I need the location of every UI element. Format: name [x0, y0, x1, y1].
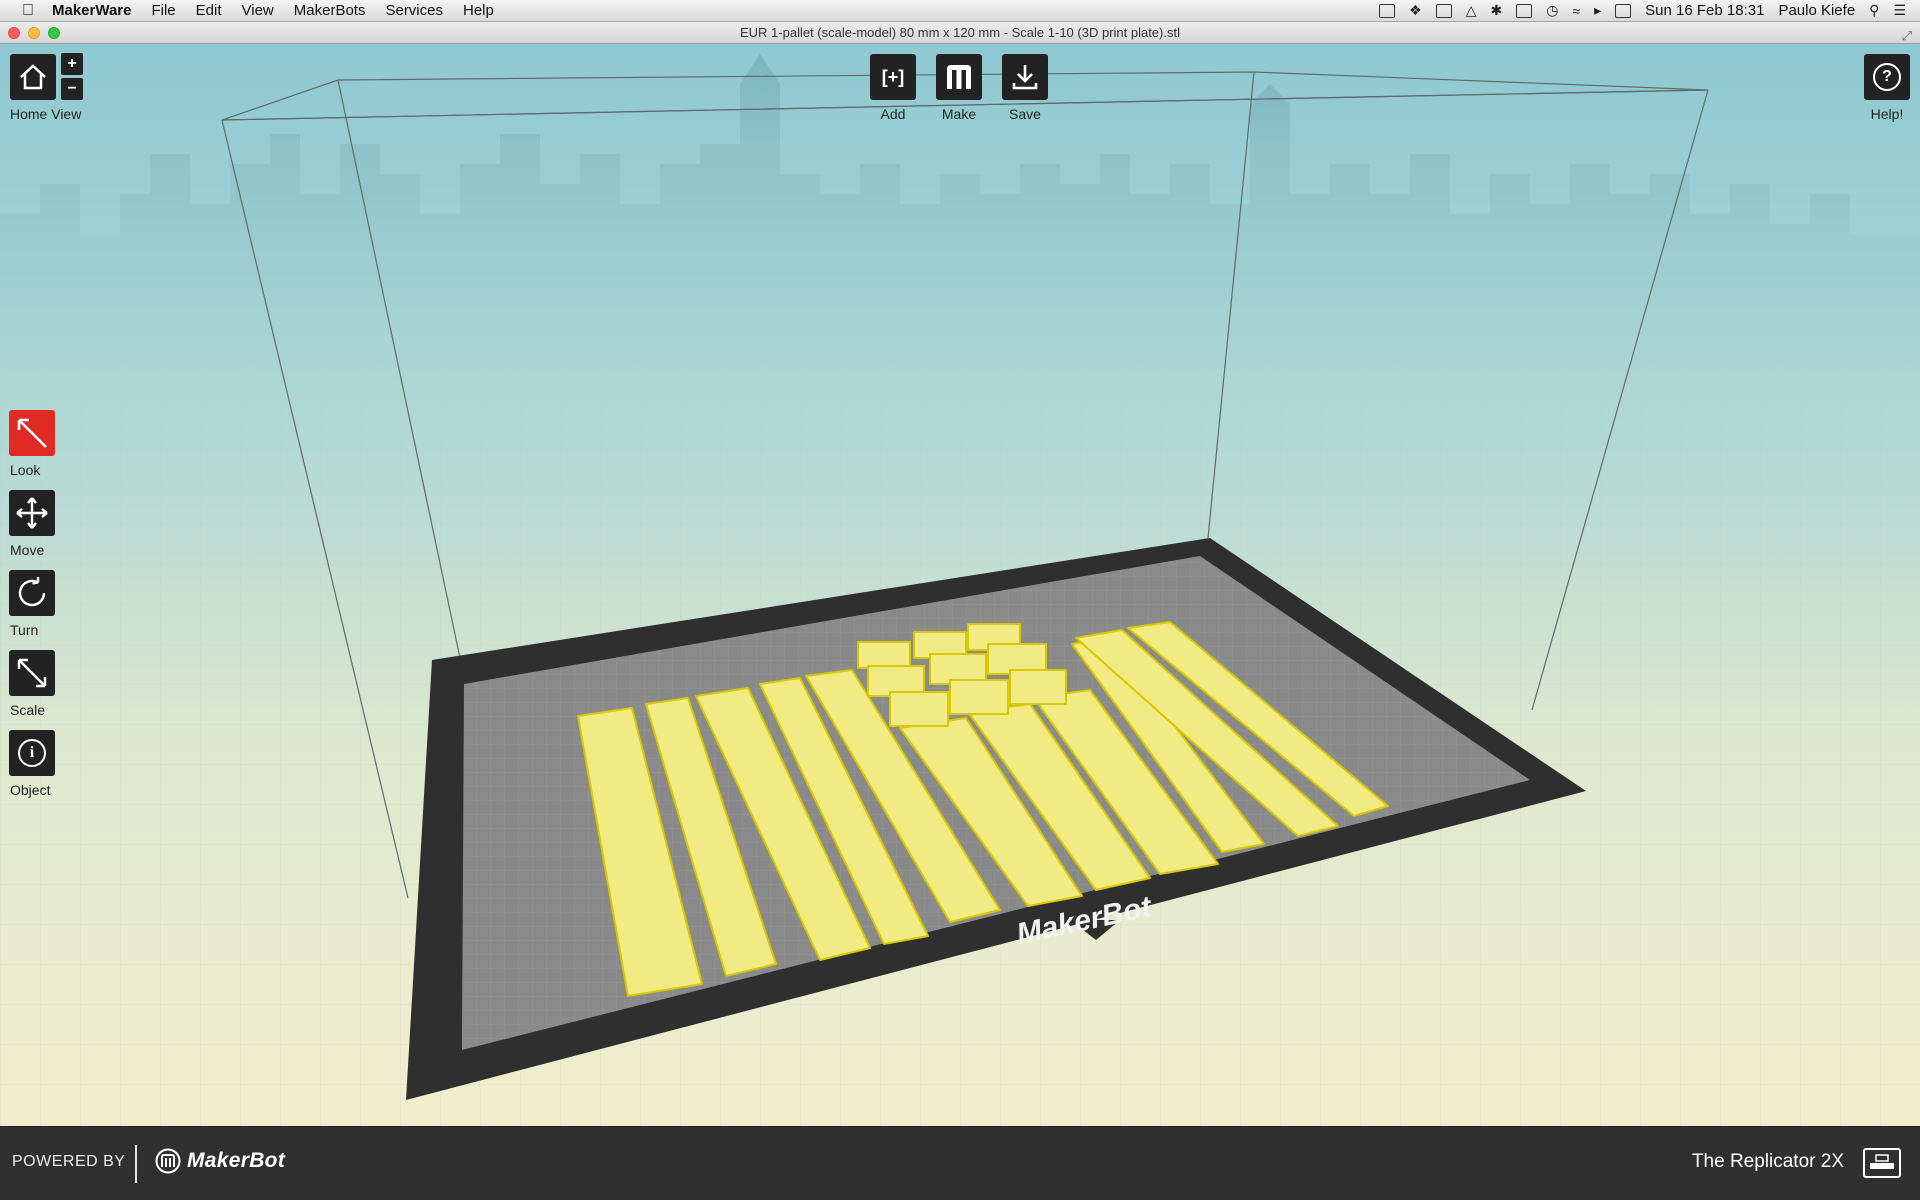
model-block[interactable] [889, 691, 949, 727]
help-icon: ? [1873, 63, 1901, 91]
turn-label: Turn [10, 622, 39, 638]
menu-edit[interactable]: Edit [196, 2, 222, 19]
turn-tool-button[interactable] [9, 570, 55, 616]
menu-bar:  MakerWare File Edit View MakerBots Ser… [0, 0, 1920, 22]
powered-by-text: POWERED BY [12, 1153, 126, 1170]
model-block[interactable] [1009, 669, 1067, 705]
printer-name[interactable]: The Replicator 2X [1692, 1151, 1844, 1173]
scene-canvas[interactable]: MakerBot [0, 44, 1920, 1126]
object-tool-button[interactable]: i [9, 730, 55, 776]
user-name[interactable]: Paulo Kiefe [1778, 2, 1855, 19]
airplay-icon[interactable]: △ [1466, 2, 1477, 19]
bluetooth-icon[interactable]: ✱ [1491, 2, 1503, 19]
printer-icon[interactable] [1862, 1147, 1902, 1179]
status-area: ❖ △ ✱ ◷ ≈ ▸ Sun 16 Feb 18:31 Paulo Kiefe… [1379, 2, 1920, 19]
save-label: Save [1009, 106, 1041, 122]
makerbot-logo-icon [155, 1148, 181, 1174]
menu-makerbots[interactable]: MakerBots [294, 2, 366, 19]
rotate-icon [18, 577, 46, 607]
volume-icon[interactable]: ▸ [1594, 2, 1601, 19]
object-label: Object [10, 782, 51, 798]
window-title-bar: EUR 1-pallet (scale-model) 80 mm x 120 m… [0, 22, 1920, 44]
memory-icon[interactable] [1516, 3, 1533, 18]
battery-icon[interactable] [1615, 3, 1632, 18]
home-icon [20, 64, 46, 90]
scale-label: Scale [10, 702, 46, 718]
fullscreen-icon[interactable]: ⤢ [1902, 25, 1912, 46]
menu-help[interactable]: Help [463, 2, 494, 19]
help-label: Help! [1870, 106, 1904, 122]
time-machine-icon[interactable]: ◷ [1546, 2, 1558, 19]
make-button[interactable] [936, 54, 982, 100]
look-label: Look [10, 462, 41, 478]
zoom-window-button[interactable] [48, 27, 60, 39]
home-view-label: Home View [10, 106, 82, 122]
dropbox-icon[interactable]: ❖ [1409, 2, 1422, 19]
add-icon: [+] [881, 66, 905, 87]
move-arrows-icon [16, 497, 48, 529]
info-icon: i [18, 739, 46, 767]
scale-tool-button[interactable] [9, 650, 55, 696]
apple-icon[interactable]:  [18, 2, 38, 20]
footer-bar: POWERED BY MakerBot The Replicator 2X [0, 1126, 1920, 1200]
close-window-button[interactable] [8, 27, 20, 39]
menu-file[interactable]: File [151, 2, 175, 19]
zoom-out-button[interactable]: − [61, 78, 83, 100]
status-app-icon[interactable] [1379, 3, 1396, 18]
footer-divider [135, 1145, 137, 1183]
add-button[interactable]: [+] [870, 54, 916, 100]
status-download-icon[interactable] [1435, 3, 1452, 18]
look-tool-button[interactable] [9, 410, 55, 456]
move-tool-button[interactable] [9, 490, 55, 536]
save-button[interactable] [1002, 54, 1048, 100]
makerbot-m-icon [947, 65, 971, 89]
notification-center-icon[interactable]: ☰ [1893, 2, 1906, 19]
spotlight-icon[interactable]: ⚲ [1869, 2, 1879, 19]
move-label: Move [10, 542, 45, 558]
minimize-window-button[interactable] [28, 27, 40, 39]
wifi-icon[interactable]: ≈ [1572, 3, 1580, 19]
menu-app-name[interactable]: MakerWare [52, 2, 131, 19]
3d-viewport[interactable]: MakerBot + − Home View [+] Add Make Save… [0, 44, 1920, 1126]
scale-diagonal-icon [17, 658, 47, 688]
download-icon [1012, 65, 1038, 90]
window-title: EUR 1-pallet (scale-model) 80 mm x 120 m… [740, 25, 1180, 40]
clock[interactable]: Sun 16 Feb 18:31 [1645, 2, 1764, 19]
menu-view[interactable]: View [242, 2, 274, 19]
menu-services[interactable]: Services [385, 2, 443, 19]
model-block[interactable] [949, 679, 1009, 715]
makerbot-logo-text: MakerBot [187, 1149, 286, 1172]
home-view-button[interactable] [10, 54, 56, 100]
makerbot-logo: MakerBot [155, 1148, 285, 1174]
look-arrow-icon [17, 418, 47, 448]
zoom-in-button[interactable]: + [61, 53, 83, 75]
model-block[interactable] [857, 641, 911, 669]
help-button[interactable]: ? [1864, 54, 1910, 100]
